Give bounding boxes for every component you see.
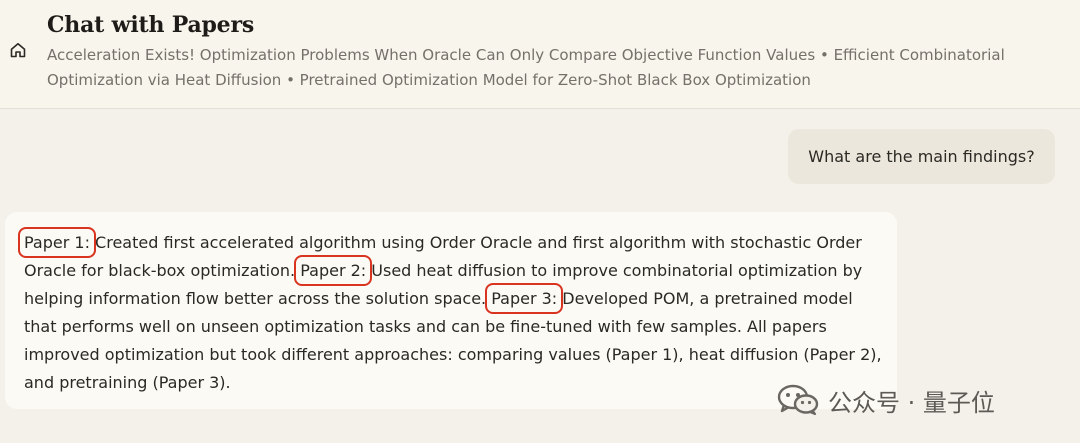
user-message: What are the main findings? (788, 129, 1055, 184)
wechat-icon (777, 384, 819, 416)
watermark-text: 公众号 · 量子位 (828, 388, 995, 417)
home-icon[interactable] (9, 41, 27, 59)
assistant-message: Paper 1: Created first accelerated algor… (5, 212, 897, 409)
watermark: 公众号 · 量子位 (776, 380, 995, 420)
assistant-message-text: Paper 1: Created first accelerated algor… (18, 227, 883, 397)
paper-3-reference: Paper 3: (485, 283, 564, 314)
chat-header: Chat with Papers Acceleration Exists! Op… (0, 0, 1080, 109)
paper-2-reference: Paper 2: (294, 255, 373, 286)
page-title: Chat with Papers (47, 12, 255, 38)
paper-1-reference: Paper 1: (18, 227, 96, 258)
paper-list: Acceleration Exists! Optimization Proble… (47, 46, 1005, 89)
